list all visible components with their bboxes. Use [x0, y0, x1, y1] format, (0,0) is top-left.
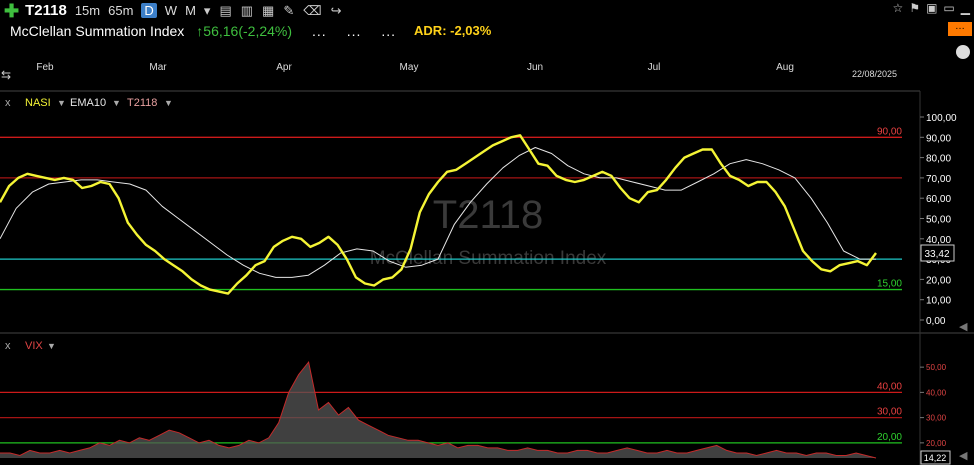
- timeframe-weekly[interactable]: W: [165, 3, 177, 18]
- draw-pencil-icon[interactable]: ✎: [283, 3, 294, 19]
- eraser-icon[interactable]: ⌫: [303, 3, 321, 19]
- month-label-feb: Feb: [36, 62, 54, 73]
- legend-nasi[interactable]: NASI: [25, 97, 51, 109]
- chart-area[interactable]: Feb Mar Apr May Jun Jul Aug 22/08/2025 ⇆ T2118…: [0, 40, 974, 465]
- reference-label-90: 90,00: [877, 126, 902, 137]
- y-tick-label: 80,00: [926, 154, 951, 165]
- vix-reference-label-30: 30,00: [877, 407, 902, 418]
- legend-ema10-arrow[interactable]: ▼: [112, 98, 121, 108]
- share-icon[interactable]: ↪: [331, 3, 342, 19]
- adr-value: ADR: -2,03%: [414, 23, 492, 38]
- y-tick-label: 10,00: [926, 296, 951, 307]
- last-value-label: 33,42: [924, 249, 949, 260]
- timeframe-monthly[interactable]: M: [185, 3, 196, 18]
- legend-t2118-arrow[interactable]: ▼: [164, 98, 173, 108]
- month-label-aug: Aug: [776, 62, 794, 73]
- vix-last-value-label: 14,22: [924, 453, 947, 463]
- month-label-may: May: [400, 62, 419, 73]
- settings-icon[interactable]: [956, 45, 970, 59]
- time-axis: Feb Mar Apr May Jun Jul Aug: [36, 62, 794, 73]
- vix-reference-label-20: 20,00: [877, 432, 902, 443]
- vix-y-tick-label: 30,00: [926, 414, 947, 423]
- grid-icon[interactable]: ▦: [262, 3, 274, 19]
- scroll-upper-icon[interactable]: ◀: [959, 321, 968, 333]
- vix-y-tick-label: 20,00: [926, 439, 947, 448]
- chevron-down-icon[interactable]: ▾: [204, 3, 211, 19]
- close-pane-icon[interactable]: x: [5, 97, 11, 109]
- scroll-lower-icon[interactable]: ◀: [959, 450, 968, 462]
- chart-type-icon[interactable]: ▤: [219, 3, 231, 19]
- legend-vix[interactable]: VIX: [25, 340, 43, 352]
- date-label: 22/08/2025: [852, 69, 897, 79]
- indicators-icon[interactable]: ▥: [241, 3, 253, 19]
- top-right-tools: ☆ ⚑ ▣ ▭ ▁: [893, 1, 970, 15]
- reference-label-15: 15,00: [877, 279, 902, 290]
- info-bar: McClellan Summation Index ↑56,16(-2,24%)…: [0, 21, 974, 40]
- legend-nasi-arrow[interactable]: ▼: [57, 98, 66, 108]
- watermark-symbol: T2118: [433, 193, 543, 237]
- y-tick-label: 0,00: [926, 316, 946, 327]
- timeframe-15m[interactable]: 15m: [75, 3, 100, 18]
- flag-icon[interactable]: ⚑: [909, 1, 920, 15]
- month-label-apr: Apr: [276, 62, 292, 73]
- add-symbol-icon[interactable]: ✚: [4, 2, 19, 20]
- lower-pane: 50,00 40,00 30,00 20,00 40,00 30,00 20,00 14,22: [0, 360, 951, 465]
- month-label-jun: Jun: [527, 62, 543, 73]
- info-dots-1: ...: [312, 22, 327, 39]
- legend-ema10[interactable]: EMA10: [70, 97, 106, 109]
- legend-vix-arrow[interactable]: ▼: [47, 341, 56, 351]
- star-icon[interactable]: ☆: [893, 1, 904, 15]
- info-dots-2: ...: [346, 22, 362, 39]
- vix-area: [0, 362, 876, 458]
- month-label-jul: Jul: [648, 62, 661, 73]
- instrument-name: McClellan Summation Index: [10, 22, 185, 39]
- save-icon[interactable]: ▭: [943, 1, 954, 15]
- vix-reference-label-40: 40,00: [877, 381, 902, 392]
- month-label-mar: Mar: [149, 62, 167, 73]
- minimize-icon[interactable]: ▁: [961, 1, 970, 15]
- y-tick-label: 40,00: [926, 235, 951, 246]
- vix-y-tick-label: 40,00: [926, 388, 947, 397]
- info-dots-3: ...: [381, 22, 397, 39]
- y-tick-label: 20,00: [926, 275, 951, 286]
- legend-t2118[interactable]: T2118: [127, 97, 157, 109]
- price-change: ↑56,16(-2,24%): [196, 22, 293, 39]
- y-tick-label: 70,00: [926, 174, 951, 185]
- y-tick-label: 60,00: [926, 194, 951, 205]
- more-options-button[interactable]: …: [948, 22, 972, 36]
- time-axis-scroll-icon[interactable]: ⇆: [1, 68, 11, 82]
- y-tick-label: 50,00: [926, 215, 951, 226]
- top-toolbar: ✚ T2118 15m 65m D W M ▾ ▤ ▥ ▦ ✎ ⌫ ↪ ☆ ⚑ …: [0, 0, 974, 21]
- y-tick-label: 90,00: [926, 133, 951, 144]
- vix-y-tick-label: 50,00: [926, 363, 947, 372]
- ticker-symbol[interactable]: T2118: [25, 2, 67, 19]
- close-vix-pane-icon[interactable]: x: [5, 340, 11, 352]
- screenshot-icon[interactable]: ▣: [926, 1, 937, 15]
- timeframe-daily[interactable]: D: [141, 3, 157, 18]
- timeframe-65m[interactable]: 65m: [108, 3, 133, 18]
- y-tick-label: 100,00: [926, 113, 957, 124]
